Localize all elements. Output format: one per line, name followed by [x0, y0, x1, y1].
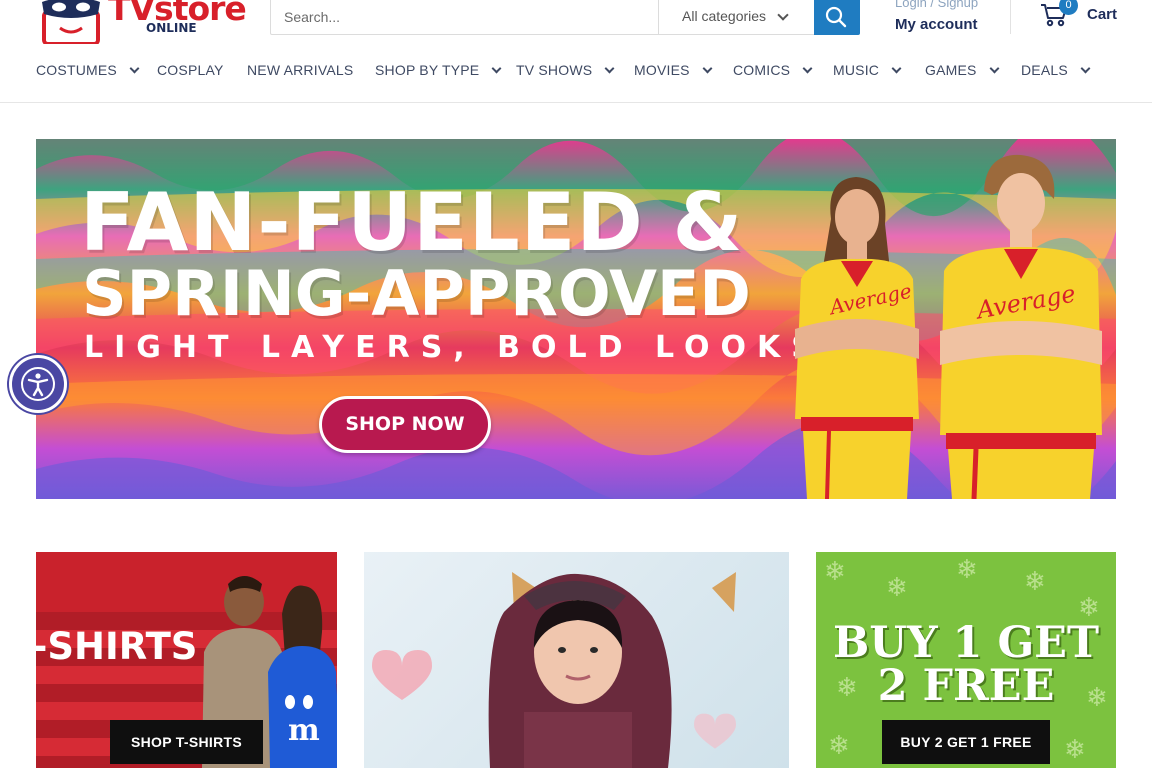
promo-deal-title-line2: 2 FREE [877, 661, 1055, 711]
search-input[interactable] [271, 0, 657, 34]
promo-tile-onesie[interactable] [364, 552, 789, 768]
nav-item-label: NEW ARRIVALS [247, 62, 354, 78]
category-select[interactable]: All categories [658, 0, 814, 34]
chevron-down-icon [989, 63, 1000, 74]
cart-count-badge: 0 [1059, 0, 1078, 15]
cart-link[interactable]: Cart [1087, 6, 1117, 23]
accessibility-button[interactable] [9, 355, 67, 413]
nav-item-deals[interactable]: DEALS [1021, 62, 1091, 78]
snowflake-icon: ❄ [828, 730, 850, 760]
header-divider [1010, 0, 1011, 34]
nav-item-label: SHOP BY TYPE [375, 62, 480, 78]
promo-tile-deal[interactable]: ❄ ❄ ❄ ❄ ❄ ❄ ❄ ❄ ❄ BUY 1 GET 2 FREE BUY 2… [816, 552, 1116, 768]
accessibility-icon [21, 367, 55, 401]
chevron-down-icon [802, 63, 813, 74]
buy-2-get-1-free-button[interactable]: BUY 2 GET 1 FREE [882, 720, 1050, 764]
nav-item-music[interactable]: MUSIC [833, 62, 902, 78]
snowflake-icon: ❄ [1064, 734, 1086, 764]
snowflake-icon: ❄ [1024, 566, 1046, 596]
nav-item-cosplay[interactable]: COSPLAY [157, 62, 224, 78]
chevron-down-icon [1080, 63, 1091, 74]
chevron-down-icon [891, 63, 902, 74]
search-bar: All categories [270, 0, 860, 35]
promo-tile-tshirts[interactable]: m -SHIRTS SHOP T-SHIRTS [36, 552, 337, 768]
nav-item-label: COSPLAY [157, 62, 224, 78]
nav-item-label: COSTUMES [36, 62, 117, 78]
chevron-down-icon [491, 63, 502, 74]
hero-headline-2: SPRING-APPROVED [82, 257, 751, 330]
snowflake-icon: ❄ [956, 554, 978, 584]
promo-deal-title: BUY 1 GET 2 FREE [816, 622, 1116, 708]
main-navigation: COSTUMES COSPLAY NEW ARRIVALS SHOP BY TY… [0, 62, 1152, 84]
snowflake-icon: ❄ [886, 572, 908, 602]
hero-subheadline: LIGHT LAYERS, BOLD LOOKS [84, 330, 824, 365]
nav-item-costumes[interactable]: COSTUMES [36, 62, 140, 78]
svg-text:m: m [288, 713, 320, 748]
nav-item-movies[interactable]: MOVIES [634, 62, 713, 78]
nav-item-label: MUSIC [833, 62, 880, 78]
site-header: TVstore ONLINE All categories Login / Si… [0, 0, 1152, 103]
logo-subtitle: ONLINE [146, 21, 197, 35]
category-select-value: All categories [682, 8, 767, 24]
nav-item-label: GAMES [925, 62, 977, 78]
hero-headline: FAN-FUELED & [80, 176, 744, 269]
chevron-down-icon [777, 9, 789, 21]
nav-item-comics[interactable]: COMICS [733, 62, 813, 78]
nav-item-label: DEALS [1021, 62, 1068, 78]
search-button[interactable] [814, 0, 860, 35]
nav-item-label: MOVIES [634, 62, 690, 78]
model-image-man: Average [940, 154, 1102, 499]
shop-tshirts-button[interactable]: SHOP T-SHIRTS [110, 720, 263, 764]
nav-item-games[interactable]: GAMES [925, 62, 1000, 78]
promo-deal-title-line1: BUY 1 GET [833, 618, 1099, 668]
chevron-down-icon [129, 63, 140, 74]
chevron-down-icon [702, 63, 713, 74]
chevron-down-icon [604, 63, 615, 74]
snowflake-icon: ❄ [824, 556, 846, 586]
my-account-link[interactable]: My account [895, 16, 978, 33]
nav-item-new-arrivals[interactable]: NEW ARRIVALS [247, 62, 353, 78]
promo-tshirts-title: -SHIRTS [36, 625, 198, 668]
mask-tv-logo-icon [42, 0, 100, 44]
login-signup-link[interactable]: Login / Signup [895, 0, 978, 10]
onesie-model-image [372, 572, 736, 768]
nav-item-label: TV SHOWS [516, 62, 593, 78]
nav-item-shop-by-type[interactable]: SHOP BY TYPE [375, 62, 502, 78]
nav-item-tv-shows[interactable]: TV SHOWS [516, 62, 615, 78]
store-logo[interactable]: TVstore ONLINE [38, 0, 247, 44]
search-icon [825, 6, 847, 28]
nav-item-label: COMICS [733, 62, 791, 78]
hero-banner[interactable]: FAN-FUELED & SPRING-APPROVED LIGHT LAYER… [36, 139, 1116, 499]
shop-now-button[interactable]: SHOP NOW [319, 396, 491, 453]
model-image-woman: Average [795, 177, 919, 499]
